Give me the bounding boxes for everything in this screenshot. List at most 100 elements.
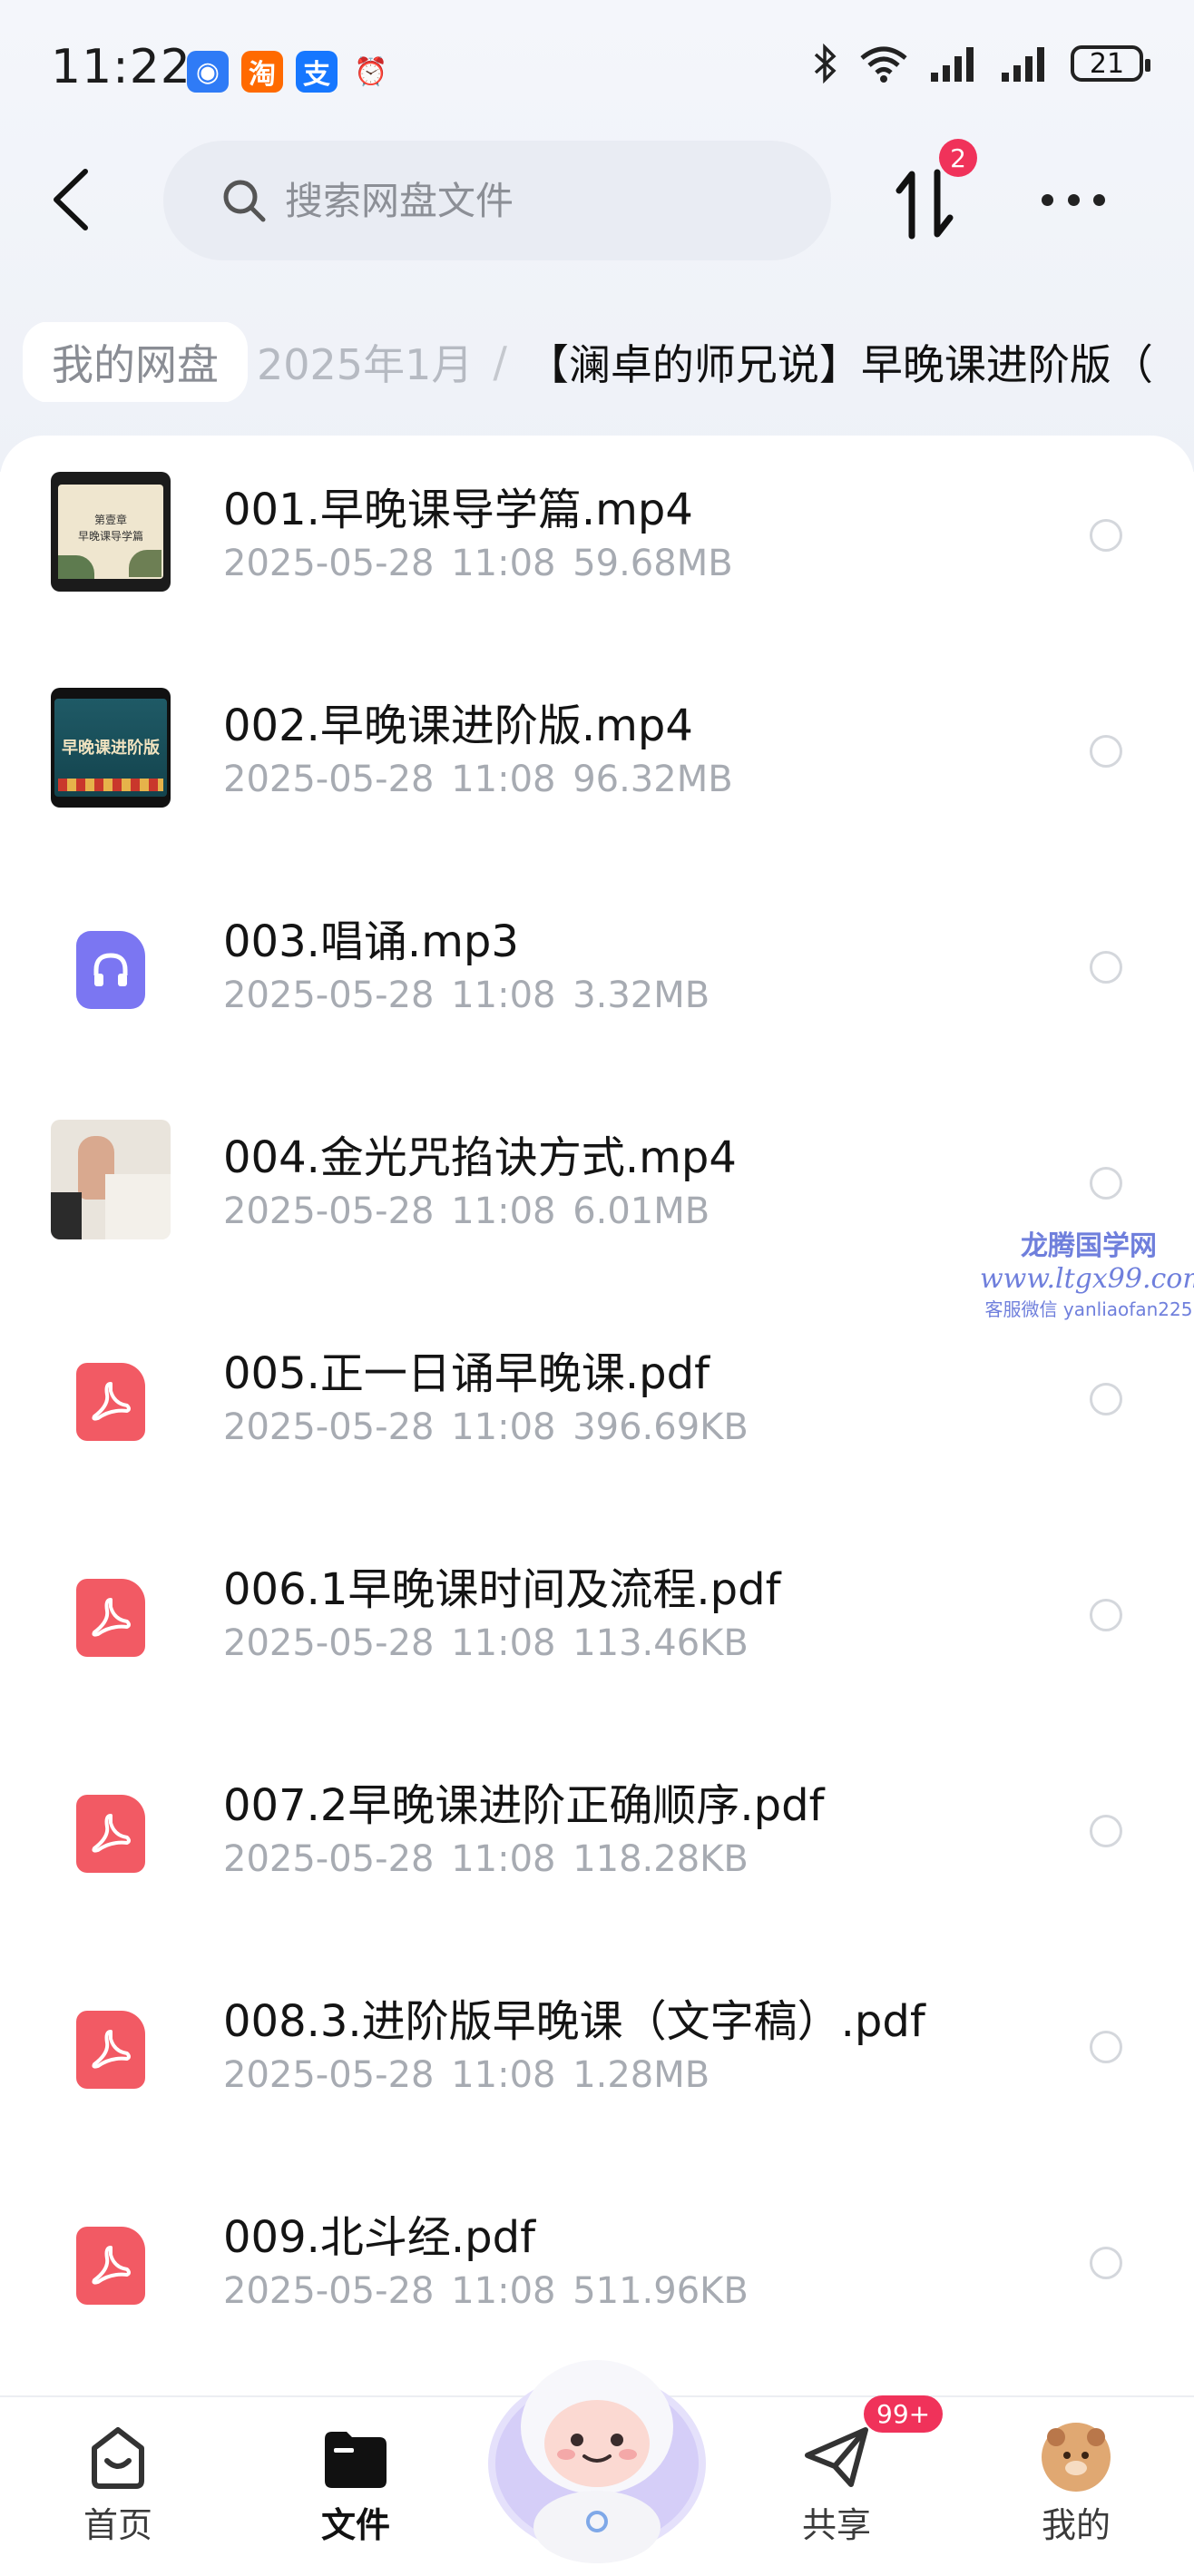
more-options-button[interactable] [1042, 181, 1105, 218]
file-name: 009.北斗经.pdf [223, 2212, 535, 2263]
transfer-badge: 2 [939, 139, 977, 177]
acrobat-icon [92, 1382, 131, 1421]
watermark-title: 龙腾国学网 [1021, 1230, 1157, 1262]
status-bar: 11:22 ◉ 淘 支 ⏰ 21 [0, 0, 1194, 136]
file-name: 008.3.进阶版早晚课（文字稿）.pdf [223, 1996, 925, 2047]
pdf-file-icon [76, 2227, 145, 2305]
file-meta: 2025-05-28 11:08 118.28KB [223, 1838, 749, 1880]
search-icon [223, 180, 266, 222]
select-checkbox[interactable] [1090, 1383, 1122, 1415]
mascot-icon [488, 2360, 706, 2563]
file-name: 002.早晚课进阶版.mp4 [223, 700, 693, 751]
select-checkbox[interactable] [1090, 735, 1122, 768]
share-badge: 99+ [864, 2395, 944, 2433]
breadcrumb: 我的网盘 2025年1月 / 【澜卓的师兄说】早晚课进阶版（ [23, 322, 1194, 402]
select-checkbox[interactable] [1090, 1599, 1122, 1631]
thumbnail-subtitle: 早晚课导学篇 [77, 530, 143, 543]
taobao-icon: 淘 [241, 51, 283, 93]
headphones-icon [93, 953, 128, 986]
dot-icon [1067, 193, 1080, 206]
list-item[interactable]: 006.1早晚课时间及流程.pdf 2025-05-28 11:08 113.4… [0, 1515, 1194, 1731]
transfer-list-button[interactable] [894, 163, 957, 245]
avatar [1040, 2421, 1112, 2493]
breadcrumb-folder[interactable]: 2025年1月 [257, 332, 473, 392]
nav-files-label: 文件 [320, 2505, 390, 2545]
select-checkbox[interactable] [1090, 1815, 1122, 1847]
file-meta: 2025-05-28 11:08 3.32MB [223, 975, 710, 1016]
file-name: 007.2早晚课进阶正确顺序.pdf [223, 1780, 825, 1831]
list-item[interactable]: 第壹章 早晚课导学篇 001.早晚课导学篇.mp4 2025-05-28 11:… [0, 436, 1194, 651]
file-name: 004.金光咒掐诀方式.mp4 [223, 1132, 737, 1183]
video-thumbnail [51, 1120, 171, 1239]
select-checkbox[interactable] [1090, 519, 1122, 552]
acrobat-icon [92, 1598, 131, 1637]
acrobat-icon [92, 2246, 131, 2285]
status-indicators: 21 [811, 44, 1150, 83]
file-name: 005.正一日诵早晚课.pdf [223, 1348, 710, 1399]
select-checkbox[interactable] [1090, 2031, 1122, 2063]
list-item[interactable]: 005.正一日诵早晚课.pdf 2025-05-28 11:08 396.69K… [0, 1299, 1194, 1515]
nav-home[interactable]: 首页 [45, 2421, 191, 2547]
file-meta: 2025-05-28 11:08 1.28MB [223, 2054, 710, 2096]
list-item[interactable]: 003.唱诵.mp3 2025-05-28 11:08 3.32MB [0, 867, 1194, 1083]
file-list: 第壹章 早晚课导学篇 001.早晚课导学篇.mp4 2025-05-28 11:… [0, 436, 1194, 2395]
list-item[interactable]: 008.3.进阶版早晚课（文字稿）.pdf 2025-05-28 11:08 1… [0, 1947, 1194, 2163]
signal-icon-2 [1002, 47, 1044, 82]
list-item[interactable]: 007.2早晚课进阶正确顺序.pdf 2025-05-28 11:08 118.… [0, 1731, 1194, 1947]
select-checkbox[interactable] [1090, 2247, 1122, 2279]
file-meta: 2025-05-28 11:08 511.96KB [223, 2270, 749, 2312]
dot-icon [1093, 193, 1105, 206]
status-app-icons: ◉ 淘 支 ⏰ [187, 51, 392, 93]
chevron-left-icon [54, 169, 88, 230]
acrobat-icon [92, 2030, 131, 2069]
nav-home-label: 首页 [83, 2505, 152, 2545]
audio-file-icon [76, 931, 145, 1009]
watermark-contact: 客服微信 yanliaofan225 [984, 1298, 1193, 1320]
signal-icon-1 [931, 47, 974, 82]
nav-mine[interactable]: 我的 [1003, 2421, 1149, 2547]
video-thumbnail: 早晚课进阶版 [51, 688, 171, 808]
search-input[interactable] [283, 177, 795, 224]
select-checkbox[interactable] [1090, 1167, 1122, 1200]
file-meta: 2025-05-28 11:08 396.69KB [223, 1406, 749, 1448]
thumbnail-title: 第壹章 [93, 514, 127, 526]
nav-files[interactable]: 文件 [283, 2421, 428, 2547]
file-name: 001.早晚课导学篇.mp4 [223, 485, 693, 535]
wifi-icon [860, 46, 907, 83]
pdf-file-icon [76, 1795, 145, 1873]
home-icon [82, 2421, 154, 2493]
select-checkbox[interactable] [1090, 951, 1122, 984]
nav-mine-label: 我的 [1041, 2505, 1111, 2545]
back-button[interactable] [44, 163, 98, 236]
watermark: 龙腾国学网 www.ltgx99.com 客服微信 yanliaofan225 [980, 1223, 1194, 1321]
nav-share[interactable]: 共享 [764, 2421, 909, 2547]
file-meta: 2025-05-28 11:08 59.68MB [223, 543, 733, 584]
pdf-file-icon [76, 1579, 145, 1657]
app-blue-icon: ◉ [187, 51, 229, 93]
video-thumbnail: 第壹章 早晚课导学篇 [51, 472, 171, 592]
alarm-icon: ⏰ [354, 55, 388, 88]
battery-indicator: 21 [1071, 45, 1150, 82]
breadcrumb-root[interactable]: 我的网盘 [23, 322, 248, 402]
transfer-arrows-icon [896, 169, 954, 240]
list-item[interactable]: 早晚课进阶版 002.早晚课进阶版.mp4 2025-05-28 11:08 9… [0, 651, 1194, 867]
ai-assistant-button[interactable] [479, 2327, 715, 2572]
pdf-file-icon [76, 2011, 145, 2089]
breadcrumb-separator: / [493, 338, 507, 387]
file-meta: 2025-05-28 11:08 113.46KB [223, 1622, 749, 1664]
dot-icon [1042, 193, 1053, 206]
file-meta: 2025-05-28 11:08 6.01MB [223, 1190, 710, 1232]
folder-icon [319, 2421, 392, 2493]
nav-share-label: 共享 [801, 2505, 871, 2545]
pdf-file-icon [76, 1363, 145, 1441]
alipay-icon: 支 [296, 51, 338, 93]
search-bar[interactable] [163, 141, 831, 260]
paper-plane-icon [800, 2421, 873, 2493]
file-name: 003.唱诵.mp3 [223, 916, 519, 967]
file-name: 006.1早晚课时间及流程.pdf [223, 1564, 781, 1615]
acrobat-icon [92, 1814, 131, 1853]
file-meta: 2025-05-28 11:08 96.32MB [223, 759, 733, 800]
watermark-url: www.ltgx99.com [980, 1263, 1194, 1295]
breadcrumb-current: 【澜卓的师兄说】早晚课进阶版（ [526, 340, 1153, 389]
bluetooth-icon [814, 44, 837, 83]
